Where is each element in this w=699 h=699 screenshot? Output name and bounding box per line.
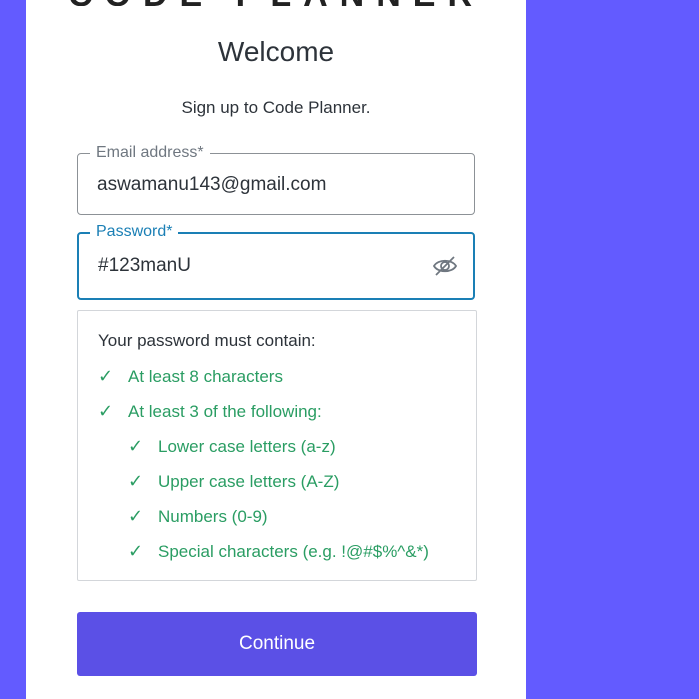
rule-lowercase: ✓ Lower case letters (a-z) (128, 435, 336, 458)
password-requirements: Your password must contain: ✓ At least 8 … (77, 310, 477, 581)
password-input[interactable] (98, 254, 428, 278)
check-icon: ✓ (128, 436, 144, 456)
email-field[interactable]: Email address* (77, 143, 475, 215)
rule-label: At least 3 of the following: (128, 402, 322, 421)
email-input[interactable] (97, 173, 427, 197)
check-icon: ✓ (98, 366, 114, 386)
rule-numbers: ✓ Numbers (0-9) (128, 505, 268, 528)
signup-card: CODE PLANNER Welcome Sign up to Code Pla… (26, 0, 526, 699)
rule-three-of-following: ✓ At least 3 of the following: (98, 400, 322, 423)
password-field[interactable]: Password* (77, 222, 475, 300)
brand-logo: CODE PLANNER (26, 0, 526, 6)
check-icon: ✓ (128, 471, 144, 491)
check-icon: ✓ (128, 541, 144, 561)
eye-off-icon[interactable] (431, 253, 459, 279)
rule-label: Numbers (0-9) (158, 507, 268, 526)
page-subtitle: Sign up to Code Planner. (181, 98, 371, 117)
rule-label: Special characters (e.g. !@#$%^&*) (158, 542, 429, 561)
rule-label: At least 8 characters (128, 367, 283, 386)
page-background: CODE PLANNER Welcome Sign up to Code Pla… (0, 0, 699, 699)
page-title: Welcome (217, 36, 335, 67)
rule-label: Upper case letters (A-Z) (158, 472, 340, 491)
email-field-label: Email address* (90, 143, 210, 163)
password-field-label: Password* (90, 222, 179, 242)
rule-uppercase: ✓ Upper case letters (A-Z) (128, 470, 339, 493)
check-icon: ✓ (128, 506, 144, 526)
password-requirements-heading: Your password must contain: (98, 331, 316, 350)
rule-special-characters: ✓ Special characters (e.g. !@#$%^&*) (128, 540, 429, 563)
rule-min-length: ✓ At least 8 characters (98, 365, 283, 388)
rule-label: Lower case letters (a-z) (158, 437, 336, 456)
check-icon: ✓ (98, 401, 114, 421)
continue-button[interactable]: Continue (77, 612, 477, 676)
